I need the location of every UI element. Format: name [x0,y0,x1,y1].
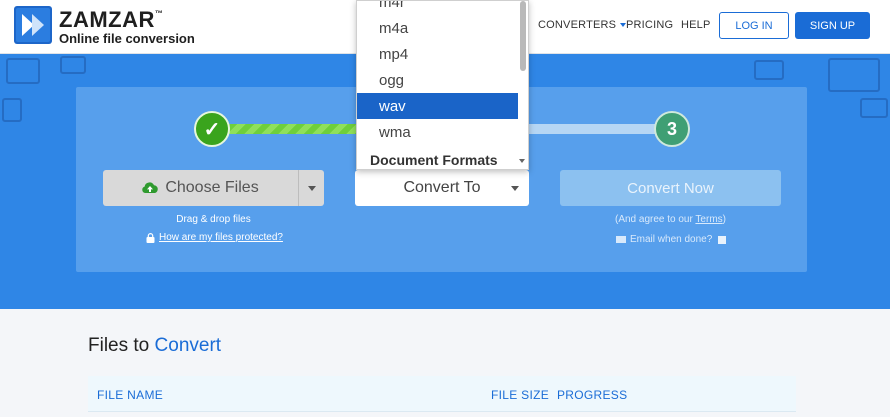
decorative-monitor-icon [828,58,880,92]
decorative-screen-icon [6,58,40,84]
terms-agreement: (And agree to our Terms) [560,214,781,225]
step-3-indicator: 3 [654,111,690,147]
dropdown-scrollbar[interactable] [520,1,526,71]
dropdown-option[interactable]: m4r [357,1,518,15]
chevron-down-icon [511,186,519,191]
email-when-done[interactable]: Email when done? [616,234,727,245]
terms-link[interactable]: Terms [695,214,722,225]
dropdown-option[interactable]: wma [357,119,518,145]
chevron-down-icon [307,185,316,191]
dropdown-option[interactable]: ogg [357,67,518,93]
column-progress: PROGRESS [557,388,628,402]
files-to-convert-heading: Files to Convert [88,335,221,357]
envelope-icon [616,236,626,243]
nav-help[interactable]: HELP [681,19,711,31]
choose-files-source-toggle[interactable] [298,170,324,206]
nav-converters-label: CONVERTERS [538,19,617,31]
zamzar-logo-icon[interactable] [14,6,52,44]
decorative-device-icon [754,60,784,80]
brand-tagline: Online file conversion [59,31,195,46]
login-button[interactable]: LOG IN [719,12,789,39]
convert-to-label: Convert To [403,179,481,196]
nav-converters[interactable]: CONVERTERS [538,19,627,31]
choose-files-button[interactable]: Choose Files [103,170,324,206]
files-protected-label: How are my files protected? [159,232,283,243]
email-when-done-checkbox[interactable] [718,235,727,244]
files-title-prefix: Files to [88,335,155,356]
convert-now-button[interactable]: Convert Now [560,170,781,206]
email-when-done-label: Email when done? [630,234,713,245]
step-1-complete: ✓ [194,111,230,147]
files-title-accent: Convert [154,335,222,356]
signup-button[interactable]: SIGN UP [795,12,870,39]
dropdown-option[interactable]: m4a [357,15,518,41]
lock-icon [146,232,155,243]
nav-pricing[interactable]: PRICING [626,19,673,31]
dropdown-group-header: Document Formats [370,152,498,168]
dropdown-option[interactable]: wav [357,93,518,119]
agree-suffix: ) [722,214,726,225]
choose-files-label: Choose Files [165,179,259,196]
choose-files-main[interactable]: Choose Files [103,170,297,206]
agree-prefix: (And agree to our [614,214,696,225]
files-protected-link[interactable]: How are my files protected? [146,232,283,243]
files-table-header: FILE NAME FILE SIZE PROGRESS [88,376,796,412]
convert-to-select[interactable]: Convert To [355,170,529,206]
decorative-laptop-icon [860,98,888,118]
drag-drop-hint: Drag & drop files [176,214,251,225]
column-file-size: FILE SIZE [491,388,550,402]
scroll-down-arrow-icon[interactable] [519,159,525,163]
checkmark-icon: ✓ [203,118,221,141]
decorative-tablet-icon [60,56,86,74]
dropdown-option[interactable]: mp4 [357,41,518,67]
decorative-file-icon [2,98,22,122]
column-file-name: FILE NAME [97,388,164,402]
brand-name[interactable]: ZAMZAR™ [59,7,163,33]
cloud-upload-icon [142,182,159,193]
convert-to-dropdown-list[interactable]: m4r m4a mp4 ogg wav wma Document Formats [356,0,529,170]
